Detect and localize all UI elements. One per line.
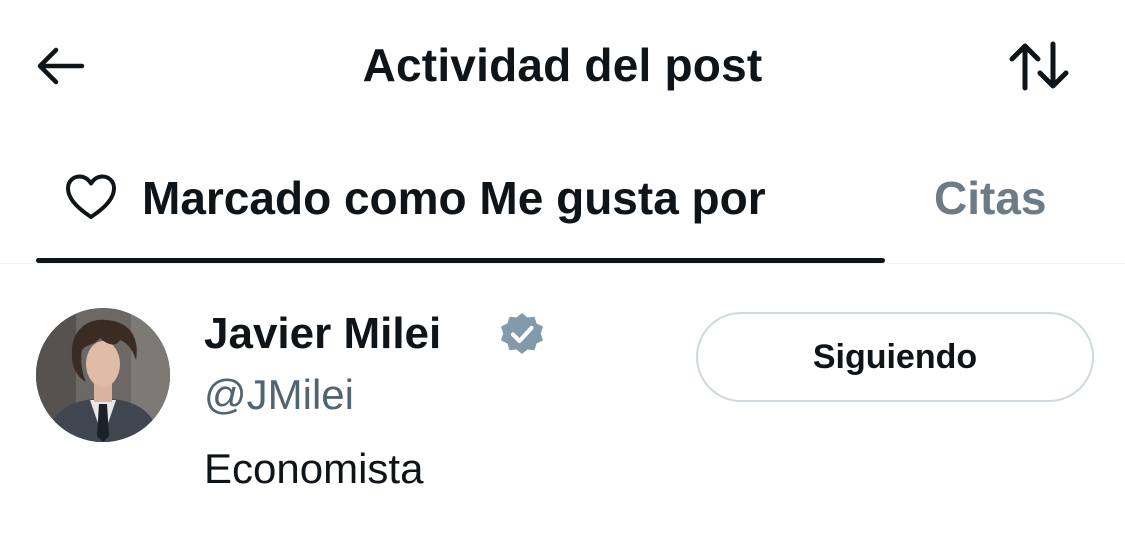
user-handle: @JMilei — [204, 371, 354, 418]
tab-liked-by-label: Marcado como Me gusta por — [142, 172, 766, 224]
tab-liked-by[interactable]: Marcado como Me gusta por — [36, 130, 885, 263]
following-button[interactable]: Siguiendo — [696, 312, 1094, 402]
tab-quotes-label: Citas — [934, 172, 1047, 224]
tab-bar: Marcado como Me gusta por Citas — [0, 130, 1125, 264]
sort-button[interactable] — [1000, 34, 1080, 98]
heart-outline-icon — [66, 174, 116, 219]
sort-up-down-icon — [1009, 41, 1069, 91]
active-tab-indicator — [36, 258, 885, 263]
user-display-name[interactable]: Javier Milei — [204, 308, 441, 360]
page-title: Actividad del post — [362, 39, 763, 91]
verified-badge-icon — [501, 313, 543, 354]
top-bar: Actividad del post — [0, 0, 1125, 130]
avatar-image — [36, 308, 170, 442]
user-bio: Economista — [204, 445, 424, 492]
user-cell[interactable]: Javier Milei @JMilei Economista Siguiend… — [0, 264, 1125, 550]
avatar[interactable] — [36, 308, 170, 442]
tab-quotes[interactable]: Citas — [920, 130, 1090, 263]
